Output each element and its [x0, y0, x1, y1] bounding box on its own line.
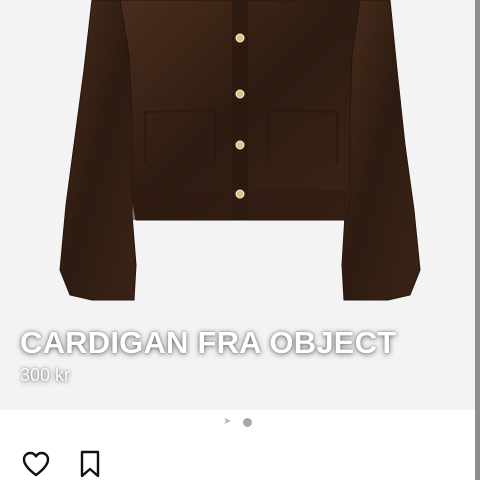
heart-outline-icon: [22, 451, 50, 477]
listing-price: 300 kr: [20, 365, 71, 385]
bookmark-outline-icon: [80, 450, 100, 478]
save-button[interactable]: [74, 448, 106, 480]
active-page-dot[interactable]: [243, 417, 252, 427]
like-button[interactable]: [20, 448, 52, 480]
image-pager[interactable]: ➤: [0, 410, 475, 434]
location-arrow-icon: ➤: [223, 416, 232, 427]
product-image-carousel[interactable]: CARDIGAN FRA OBJECT 300 kr: [0, 0, 475, 410]
listing-caption: CARDIGAN FRA OBJECT 300 kr: [20, 325, 396, 386]
scrollbar[interactable]: [475, 0, 480, 480]
listing-actions: [20, 448, 106, 480]
listing-screen: CARDIGAN FRA OBJECT 300 kr ➤: [0, 0, 480, 480]
listing-title: CARDIGAN FRA OBJECT: [20, 325, 397, 360]
